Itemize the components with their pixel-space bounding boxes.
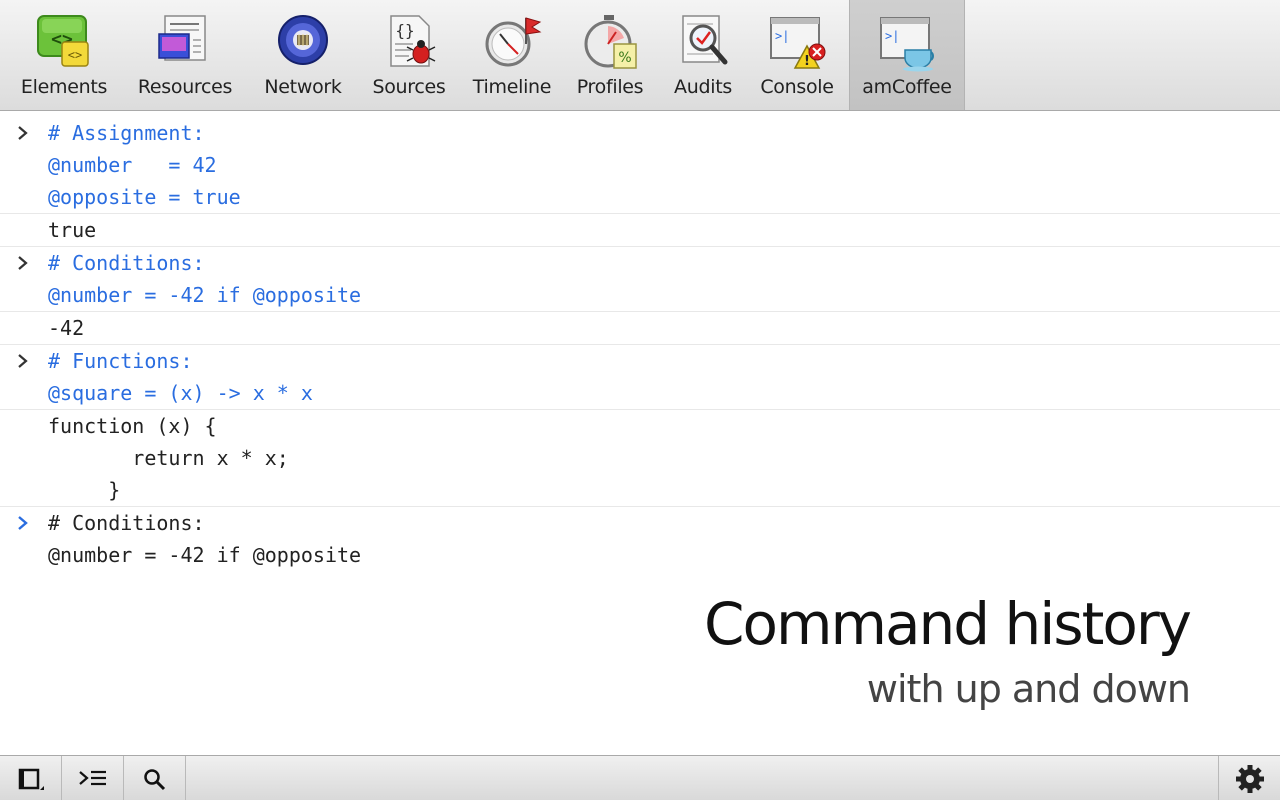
prompt-chevron-icon [18, 516, 28, 530]
tab-network[interactable]: Network [254, 0, 352, 110]
command-line: @square = (x) -> x * x [48, 381, 313, 405]
command-line: @number = -42 if @opposite [48, 283, 362, 307]
timeline-icon [485, 17, 542, 67]
console-command[interactable]: # Assignment: @number = 42 @opposite = t… [0, 117, 1280, 213]
elements-icon: <> <> [37, 15, 89, 67]
tab-label: Network [264, 76, 342, 98]
result-line: -42 [48, 316, 85, 340]
command-line: # Conditions: [48, 251, 205, 275]
svg-text:<>: <> [68, 48, 82, 62]
tab-label: Console [760, 76, 834, 98]
console-input-entry[interactable]: # Conditions: @number = -42 if @opposite [0, 507, 1280, 571]
console-prompt-input[interactable]: # Conditions: @number = -42 if @opposite [0, 507, 1280, 571]
console-command[interactable]: # Conditions: @number = -42 if @opposite [0, 247, 1280, 311]
sources-icon: {} [390, 15, 436, 67]
svg-text:!: ! [804, 54, 810, 69]
prompt-chevron-icon [18, 126, 28, 140]
input-line[interactable]: # Conditions: [0, 507, 1280, 539]
svg-text:>|: >| [775, 29, 789, 43]
search-button[interactable] [124, 756, 186, 800]
console-entry: # Functions: @square = (x) -> x * x func… [0, 345, 1280, 507]
console-entry: # Assignment: @number = 42 @opposite = t… [0, 117, 1280, 247]
result-line: return x * x; [48, 446, 289, 470]
tab-label: amCoffee [862, 76, 952, 98]
command-line: # Assignment: [48, 121, 205, 145]
result-line: function (x) { [48, 414, 217, 438]
console-drawer-button[interactable] [62, 756, 124, 800]
console-command[interactable]: # Functions: @square = (x) -> x * x [0, 345, 1280, 409]
devtools-toolbar: <> <> Elements Resources Network {} Sour… [0, 0, 1280, 111]
tab-label: Timeline [472, 76, 552, 98]
tab-label: Sources [372, 76, 446, 98]
command-line: @number = 42 [48, 153, 217, 177]
audits-icon [682, 15, 728, 65]
tab-resources[interactable]: Resources [128, 0, 242, 110]
svg-text:{}: {} [395, 21, 414, 40]
resources-icon [158, 15, 206, 61]
prompt-chevron-icon [18, 256, 28, 270]
console-drawer-icon [78, 770, 106, 785]
network-icon [278, 15, 328, 65]
tab-profiles[interactable]: % Profiles [568, 0, 652, 110]
settings-button[interactable] [1218, 756, 1280, 800]
amcoffee-icon: >| [880, 17, 934, 72]
result-line: } [48, 478, 121, 502]
tab-label: Audits [674, 76, 732, 98]
svg-text:>|: >| [885, 29, 899, 43]
console-icon: >| ! [770, 17, 826, 69]
tab-elements[interactable]: <> <> Elements [12, 0, 116, 110]
tab-sources[interactable]: {} Sources [362, 0, 456, 110]
result-line: true [48, 218, 97, 242]
command-line: @opposite = true [48, 185, 241, 209]
tab-amcoffee[interactable]: >| amCoffee [849, 0, 965, 110]
svg-text:%: % [618, 50, 631, 66]
caption-title: Command history [703, 590, 1192, 658]
tab-label: Resources [137, 76, 233, 98]
tab-label: Elements [20, 76, 108, 98]
command-line: # Functions: [48, 349, 193, 373]
dock-toggle-icon [18, 768, 44, 790]
console-result: function (x) { return x * x; } [0, 409, 1280, 506]
dock-toggle-button[interactable] [0, 756, 62, 800]
search-icon [143, 768, 165, 790]
tab-label: Profiles [576, 76, 644, 98]
console-result: -42 [0, 311, 1280, 344]
tab-audits[interactable]: Audits [662, 0, 744, 110]
console-result: true [0, 213, 1280, 246]
tab-console[interactable]: >| ! Console [754, 0, 840, 110]
prompt-chevron-icon [18, 354, 28, 368]
console-entry: # Conditions: @number = -42 if @opposite… [0, 247, 1280, 345]
profiles-icon: % [584, 15, 637, 69]
settings-gear-icon [1235, 764, 1264, 793]
tab-timeline[interactable]: Timeline [466, 0, 558, 110]
caption-subtitle: with up and down [866, 667, 1191, 711]
input-line[interactable]: @number = -42 if @opposite [0, 539, 1280, 571]
devtools-statusbar [0, 755, 1280, 800]
